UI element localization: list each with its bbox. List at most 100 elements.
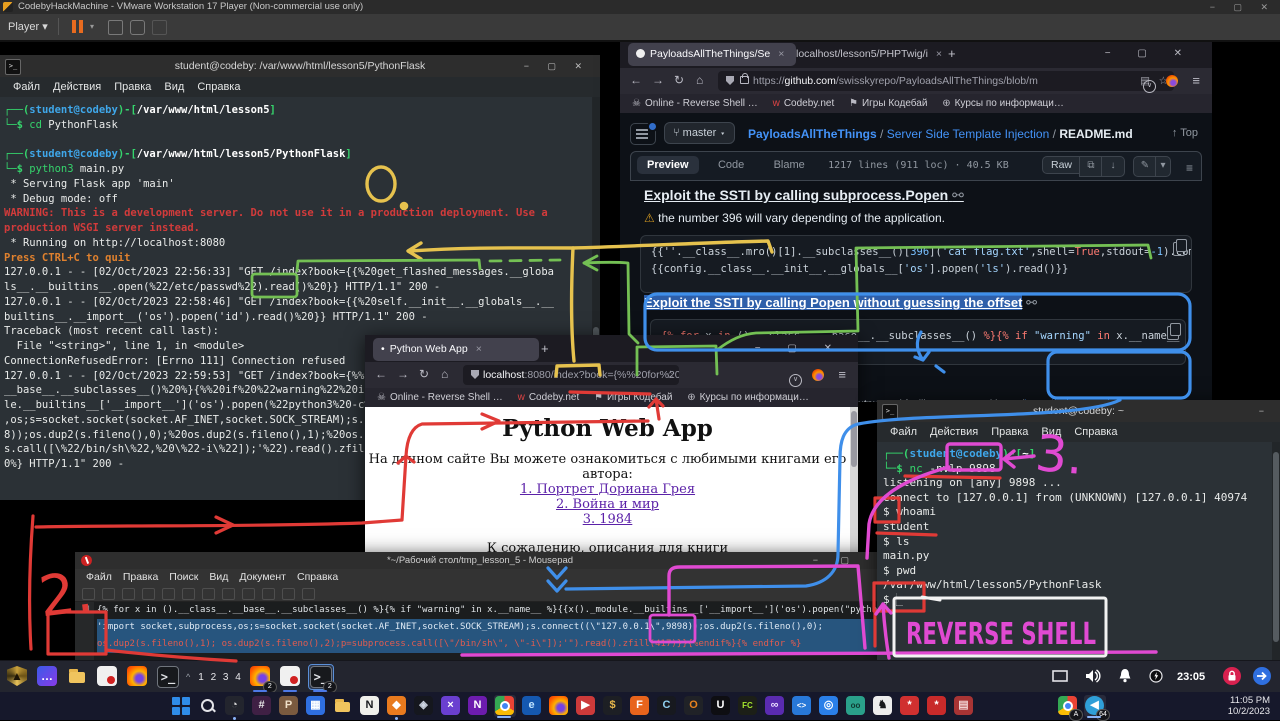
home-icon[interactable]: ⌂ (441, 367, 448, 381)
edit-pencil-icon[interactable]: ✎ (1133, 156, 1157, 177)
calendar-icon[interactable]: ▦ (305, 695, 327, 717)
text-editor-icon[interactable] (96, 665, 120, 689)
chrome-icon[interactable] (494, 695, 516, 717)
menu-actions[interactable]: Действия (53, 81, 101, 93)
media-red-icon[interactable]: ▶ (575, 695, 597, 717)
volume-icon[interactable] (1085, 669, 1102, 683)
bookmark-courses[interactable]: ⊕Курсы по информаци… (942, 98, 1064, 109)
reload-icon[interactable]: ↻ (674, 73, 684, 87)
tab-payloadsallthethings[interactable]: PayloadsAllTheThings/Se× (628, 43, 796, 66)
notifications-bell-icon[interactable] (1118, 668, 1132, 683)
tab-close-icon[interactable]: × (936, 48, 942, 60)
start-icon[interactable] (170, 695, 192, 717)
menu-hamburger-icon[interactable]: ≡ (1192, 73, 1200, 88)
explorer-icon[interactable] (332, 695, 354, 717)
breadcrumb-section[interactable]: Server Side Template Injection (887, 127, 1050, 141)
player-menu[interactable]: Player ▾ (8, 20, 48, 33)
menu-document[interactable]: Документ (239, 571, 286, 583)
file-tree-icon[interactable] (630, 123, 656, 145)
ssti-subprocess-heading[interactable]: Exploit the SSTI by calling subprocess.P… (644, 187, 964, 204)
edge-icon[interactable]: e (521, 695, 543, 717)
firefox-icon[interactable] (548, 695, 570, 717)
gear-red-1-icon[interactable]: * (899, 695, 921, 717)
bookmark-codeby[interactable]: wCodeby.net (518, 392, 580, 403)
bookmark-codeby[interactable]: wCodeby.net (773, 98, 835, 109)
book-link-1[interactable]: 1. Портрет Дориана Грея (520, 482, 695, 497)
workspace-switcher[interactable]: 1 2 3 4 (198, 662, 243, 694)
ssti-popen-heading[interactable]: Exploit the SSTI by calling Popen withou… (644, 295, 1037, 311)
copy-code-icon[interactable] (1173, 242, 1185, 256)
bookmark-reverse-shell[interactable]: ☠Online - Reverse Shell … (377, 392, 503, 403)
back-icon[interactable]: ← (375, 367, 387, 381)
menu-view[interactable]: Вид (1041, 426, 1061, 438)
tab-close-icon[interactable]: × (476, 343, 482, 355)
menu-search[interactable]: Поиск (169, 571, 198, 583)
show-windows-icon[interactable] (1052, 670, 1068, 682)
pocket-icon[interactable]: ∨ (789, 368, 802, 387)
bookmark-star-icon[interactable]: ☆ (666, 365, 675, 385)
app-menu-icon[interactable]: … (36, 665, 60, 689)
terminal-running-icon[interactable]: >_2 (309, 665, 333, 689)
tab-close-icon[interactable]: × (778, 48, 784, 60)
terminal-launcher-icon[interactable]: >_ (156, 665, 180, 689)
tracking-shield-icon[interactable] (726, 76, 734, 85)
pocket-icon[interactable]: ∨ (1143, 74, 1156, 93)
tab-python-web-app[interactable]: •Python Web App× (373, 338, 539, 361)
menu-edit[interactable]: Правка (114, 81, 151, 93)
tray-telegram-icon[interactable]: ◀64 (1084, 695, 1106, 717)
menu-help[interactable]: Справка (197, 81, 240, 93)
unreal-icon[interactable]: U (710, 695, 732, 717)
menu-edit[interactable]: Правка (991, 426, 1028, 438)
bookmark-games[interactable]: ⚑Игры Кодебай (594, 392, 672, 403)
outline-icon[interactable]: ≡ (1186, 161, 1193, 175)
app-window-buttons[interactable]: − ▢ ✕ (755, 343, 844, 354)
cinema4d-icon[interactable]: C (656, 695, 678, 717)
tab-localhost-phptwig[interactable]: localhost/lesson5/PHPTwig/i× (788, 43, 952, 66)
file-manager-icon[interactable] (66, 665, 90, 689)
notion-icon[interactable]: N (359, 695, 381, 717)
forward-icon[interactable]: → (652, 73, 664, 87)
menu-view[interactable]: Вид (164, 81, 184, 93)
branch-selector[interactable]: ⑂ master ▾ (664, 122, 735, 144)
windows-clock[interactable]: 11:05 PM10/2/2023 (1228, 695, 1270, 717)
portrait-icon[interactable]: P (278, 695, 300, 717)
menu-edit[interactable]: Правка (123, 571, 158, 583)
fullscreen-icon[interactable] (130, 20, 145, 35)
menu-file[interactable]: Файл (13, 81, 40, 93)
devtoys-icon[interactable]: oo (845, 695, 867, 717)
maps-icon[interactable]: ◎ (818, 695, 840, 717)
back-to-top-link[interactable]: ↑ Top (1172, 127, 1198, 139)
toolbox-icon[interactable]: ▤ (953, 695, 975, 717)
terminal-window-right[interactable]: >_ student@codeby: ~ − ФайлДействияПравк… (877, 400, 1280, 660)
vmware-window-buttons[interactable]: − ▢ ✕ (1210, 0, 1276, 14)
power-manager-icon[interactable] (1149, 669, 1163, 683)
tab-code[interactable]: Code (708, 156, 754, 174)
send-ctrl-alt-del-icon[interactable] (108, 20, 123, 35)
mousepad-titlebar[interactable]: *~/Рабочий стол/tmp_lesson_5 - Mousepad … (75, 552, 885, 569)
new-tab-button[interactable]: + (948, 46, 956, 61)
purple-tool-icon[interactable]: × (440, 695, 462, 717)
bookmark-courses[interactable]: ⊕Курсы по информаци… (687, 392, 809, 403)
github-window-buttons[interactable]: − ▢ ✕ (1105, 48, 1194, 59)
book-link-2[interactable]: 2. Война и мир (556, 497, 659, 512)
mousepad-menubar[interactable]: ФайлПравкаПоискВидДокументСправка (75, 569, 885, 586)
terminal-right-titlebar[interactable]: >_ student@codeby: ~ − (877, 400, 1280, 422)
bookmark-reverse-shell[interactable]: ☠Online - Reverse Shell … (632, 98, 758, 109)
mousepad-running-icon[interactable] (279, 665, 303, 689)
mousepad-window-buttons[interactable]: − ▢ (813, 552, 859, 569)
tray-chrome-icon[interactable]: A (1057, 695, 1079, 717)
copy-code-icon[interactable] (1167, 326, 1179, 340)
breadcrumb-repo[interactable]: PayloadsAllTheThings (748, 127, 877, 141)
forward-icon[interactable]: → (397, 367, 409, 381)
copy-raw-icon[interactable]: ⧉ (1079, 156, 1103, 177)
tab-preview[interactable]: Preview (637, 156, 699, 174)
gauge-icon[interactable]: ◔ (224, 695, 246, 717)
bookmark-games[interactable]: ⚑Игры Кодебай (849, 98, 927, 109)
onenote-icon[interactable]: N (467, 695, 489, 717)
page-scrollbar[interactable] (850, 407, 858, 560)
fancontrol-icon[interactable]: FC (737, 695, 759, 717)
vmware-icon[interactable]: ◆ (386, 695, 408, 717)
home-icon[interactable]: ⌂ (696, 73, 703, 87)
reload-icon[interactable]: ↻ (419, 367, 429, 381)
shopify-icon[interactable]: $ (602, 695, 624, 717)
